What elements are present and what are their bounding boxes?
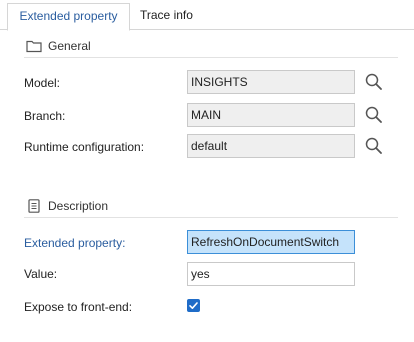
- model-label: Model:: [24, 76, 61, 90]
- tab-bar: Extended property Trace info: [0, 0, 414, 31]
- value-field[interactable]: yes: [187, 262, 355, 286]
- branch-field[interactable]: MAIN: [187, 103, 355, 127]
- value-label: Value:: [24, 267, 58, 281]
- expose-to-front-end-checkbox[interactable]: [187, 299, 200, 312]
- description-section-title: Description: [48, 199, 109, 213]
- checkmark-icon: [189, 302, 198, 309]
- extended-property-label: Extended property:: [24, 236, 126, 250]
- tab-trace-info[interactable]: Trace info: [130, 3, 203, 30]
- tab-extended-property[interactable]: Extended property: [7, 3, 130, 31]
- runtime-configuration-label: Runtime configuration:: [24, 140, 145, 154]
- model-search-icon[interactable]: [363, 71, 385, 93]
- extended-property-field[interactable]: RefreshOnDocumentSwitch: [187, 230, 355, 254]
- branch-search-icon[interactable]: [363, 104, 385, 126]
- expose-to-front-end-label: Expose to front-end:: [24, 300, 133, 314]
- description-section-header: Description: [24, 196, 398, 218]
- document-icon: [26, 199, 42, 213]
- model-field[interactable]: INSIGHTS: [187, 70, 355, 94]
- folder-icon: [26, 39, 42, 53]
- branch-label: Branch:: [24, 109, 66, 123]
- runtime-configuration-field[interactable]: default: [187, 134, 355, 158]
- general-section-header: General: [24, 36, 398, 58]
- runtime-configuration-search-icon[interactable]: [363, 135, 385, 157]
- general-section-title: General: [48, 39, 91, 53]
